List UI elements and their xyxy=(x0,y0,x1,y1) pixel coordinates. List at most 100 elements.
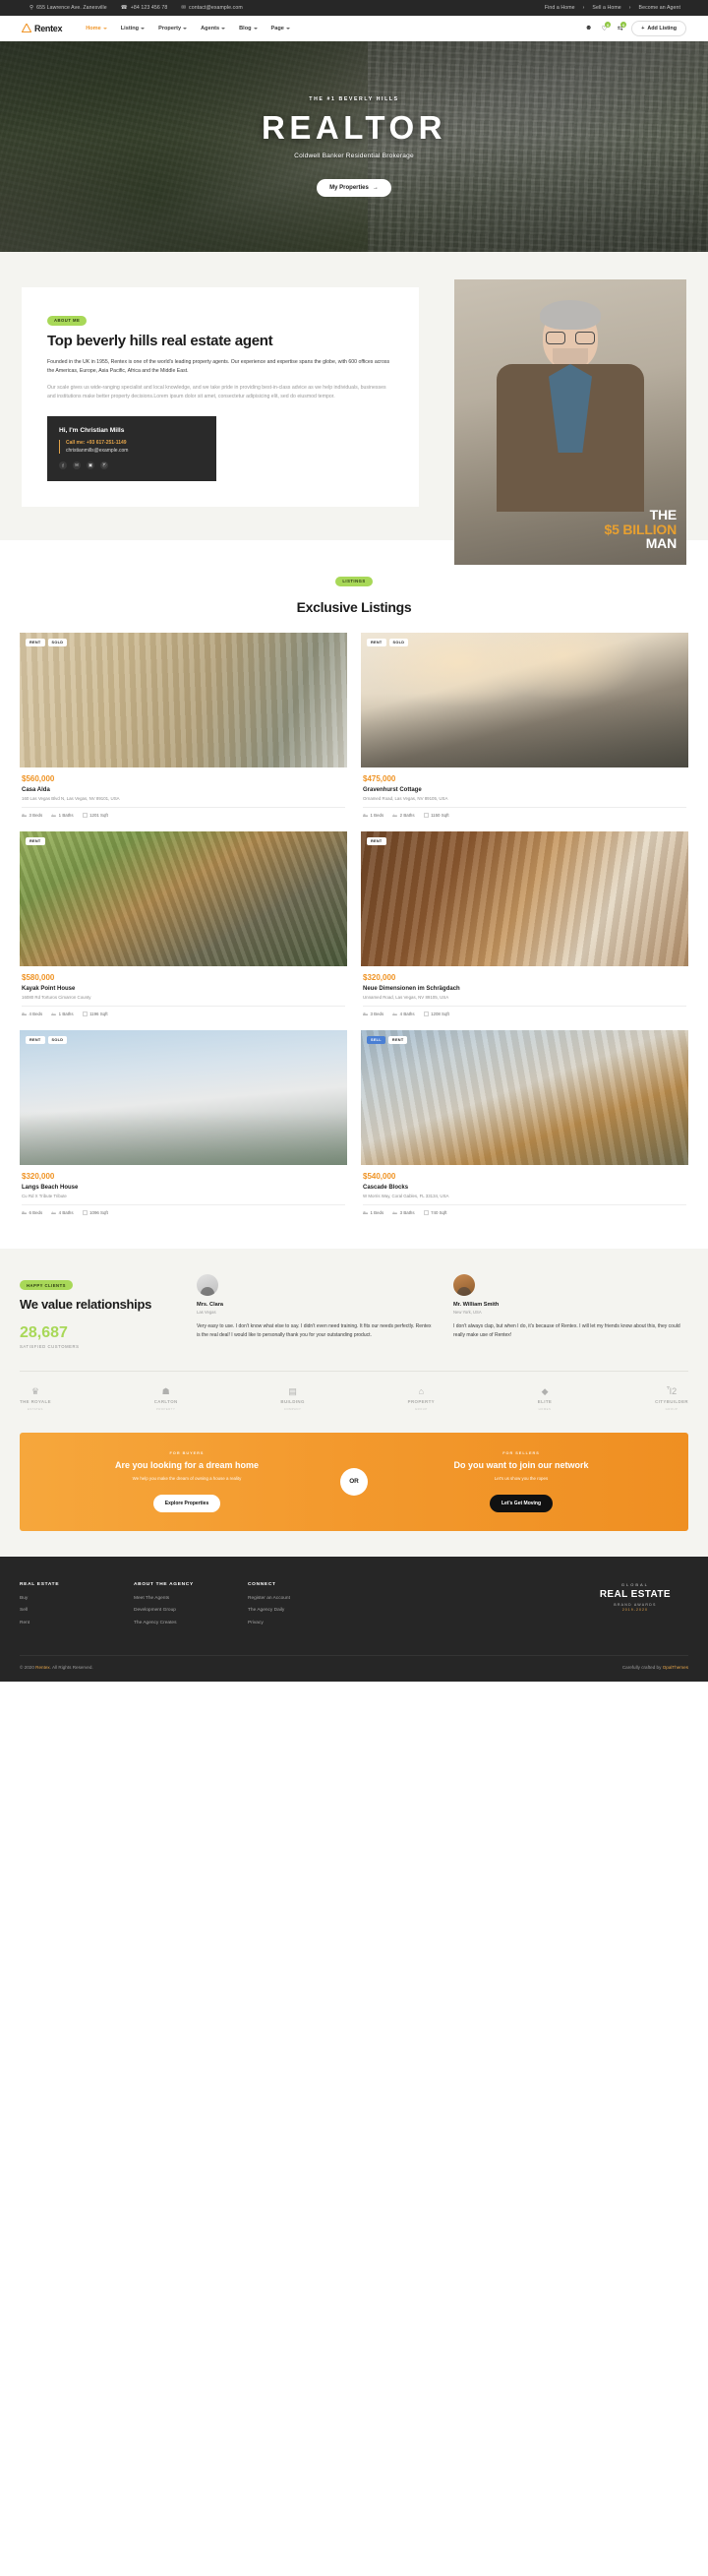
footer-link[interactable]: Rent xyxy=(20,1621,110,1627)
nav-item-home[interactable]: Home xyxy=(86,26,107,31)
listing-tag: RENT xyxy=(367,836,386,845)
footer-link[interactable]: The Agency Creates xyxy=(134,1621,224,1627)
footer-link[interactable]: Sell xyxy=(20,1608,110,1615)
listing-image[interactable]: RENT xyxy=(20,830,347,966)
listing-area: 1150 Sqft xyxy=(423,813,449,818)
my-properties-button[interactable]: My Properties → xyxy=(317,179,391,197)
listing-card[interactable]: SELL RENT $540,000 Cascade Blocks W Morri… xyxy=(361,1029,688,1215)
testimonial-author: Mrs. Clara xyxy=(197,1301,224,1308)
location-pin-icon: ⚲ xyxy=(30,5,34,11)
topbar-phone[interactable]: ☎ +84 123 456 78 xyxy=(121,5,168,11)
listing-tag: RENT xyxy=(26,836,45,845)
facebook-icon[interactable]: f xyxy=(59,461,67,470)
nav-menu: Home Listing Property Agents Blog Page xyxy=(86,26,290,31)
listing-beds: 6 Beds xyxy=(22,1210,42,1215)
exclusive-listings-section: LISTINGS Exclusive Listings RENT SOLD $56… xyxy=(0,540,708,1249)
listing-image[interactable]: RENT SOLD xyxy=(361,632,688,767)
twitter-icon[interactable]: ✉ xyxy=(73,461,81,470)
footer-link[interactable]: Development Group xyxy=(134,1608,224,1615)
listing-card[interactable]: RENT $580,000 Kayak Point House 16080 Rd… xyxy=(20,830,347,1016)
topbar-email[interactable]: ✉ contact@example.com xyxy=(181,5,242,11)
listing-card[interactable]: RENT $320,000 Neue Dimensionen im Schräg… xyxy=(361,830,688,1016)
brand-logo: ♛ THE ROYALE ESTATES xyxy=(20,1386,51,1412)
listing-image[interactable]: SELL RENT xyxy=(361,1029,688,1165)
listing-area: 1208 Sqft xyxy=(423,1012,449,1016)
listing-name[interactable]: Gravenhurst Cottage xyxy=(363,787,686,793)
listing-card[interactable]: RENT SOLD $475,000 Gravenhurst Cottage Or… xyxy=(361,632,688,818)
agent-social-links: f ✉ ▣ Ⓟ xyxy=(59,461,205,470)
listing-name[interactable]: Cascade Blocks xyxy=(363,1185,686,1191)
listing-price: $475,000 xyxy=(363,773,396,783)
listing-name[interactable]: Kayak Point House xyxy=(22,986,345,992)
listing-tag: RENT xyxy=(387,1035,408,1044)
pinterest-icon[interactable]: Ⓟ xyxy=(100,461,108,470)
footer-link[interactable]: Meet The Agents xyxy=(134,1596,224,1603)
brand-logo: Ἶ2 CITYBUILDER GROUP xyxy=(655,1387,688,1412)
compare-icon[interactable]: ⇆ 0 xyxy=(616,22,627,32)
nav-item-page[interactable]: Page xyxy=(271,26,290,31)
bed-icon xyxy=(22,1210,27,1214)
listing-card[interactable]: RENT SOLD $560,000 Casa Alda 160 Las Vega… xyxy=(20,632,347,818)
topbar-link-sell-a-home[interactable]: Sell a Home xyxy=(592,5,620,11)
listing-image[interactable]: RENT xyxy=(361,830,688,966)
chevron-down-icon xyxy=(221,27,226,30)
footer-column-title: CONNECT xyxy=(248,1581,276,1587)
chevron-down-icon xyxy=(285,27,290,30)
my-properties-label: My Properties xyxy=(329,185,369,191)
topbar-address-text: 655 Lawrence Ave. Zanesville xyxy=(36,5,107,11)
favorites-heart-icon[interactable]: ♡ 0 xyxy=(600,22,612,32)
footer-link[interactable]: Privacy xyxy=(248,1621,338,1627)
add-listing-button[interactable]: + Add Listing xyxy=(631,20,686,36)
compare-count-badge: 0 xyxy=(620,22,627,28)
listing-address: 160 Las Vegas Blvd N, Las Vegas, NV 8910… xyxy=(22,795,120,801)
area-icon xyxy=(423,1209,429,1215)
agent-phone[interactable]: Call me: +93 617-251-1149 xyxy=(66,440,205,446)
listing-name[interactable]: Casa Alda xyxy=(22,787,345,793)
listing-baths: 4 Baths xyxy=(392,1012,415,1016)
top-bar-links: Find a Home › Sell a Home › Become an Ag… xyxy=(545,5,680,11)
cta-buyers-eyebrow: FOR BUYERS xyxy=(169,1451,205,1456)
site-logo[interactable]: Rentex xyxy=(22,23,63,33)
topbar-link-become-an-agent[interactable]: Become an Agent xyxy=(639,5,680,11)
lets-get-moving-button[interactable]: Let's Get Moving xyxy=(489,1494,554,1512)
listing-beds: 3 Beds xyxy=(363,1012,384,1016)
nav-item-blog[interactable]: Blog xyxy=(239,26,258,31)
nav-item-agents-label: Agents xyxy=(201,25,220,31)
credit-brand[interactable]: OpalThemes xyxy=(663,1665,688,1670)
brand-name: CITYBUILDER xyxy=(655,1399,688,1405)
listing-card[interactable]: RENT SOLD $320,000 Langs Beach House Cu R… xyxy=(20,1029,347,1215)
separator-icon: › xyxy=(582,5,585,11)
testimonial-list: Mrs. Clara Las Vegas Very easy to use. I… xyxy=(197,1273,688,1340)
about-heading: Top beverly hills real estate agent xyxy=(47,332,273,349)
chevron-down-icon xyxy=(102,27,107,30)
footer-link[interactable]: The Agency Daily xyxy=(248,1608,338,1615)
logo-text: Rentex xyxy=(34,23,63,33)
listing-tags: RENT xyxy=(367,836,386,845)
user-account-icon[interactable]: ☻ xyxy=(584,24,593,32)
agent-email[interactable]: christianmills@example.com xyxy=(66,448,205,454)
nav-item-listing[interactable]: Listing xyxy=(121,26,146,31)
listing-meta: 3 Beds 1 Baths 1201 Sqft xyxy=(22,806,345,818)
satisfied-customers-label: SATISFIED CUSTOMERS xyxy=(20,1344,80,1350)
brand-glyph-icon: ♛ xyxy=(30,1386,39,1397)
listing-tags: RENT SOLD xyxy=(367,638,409,646)
nav-item-property[interactable]: Property xyxy=(158,26,188,31)
avatar xyxy=(197,1273,218,1296)
explore-properties-button[interactable]: Explore Properties xyxy=(152,1494,221,1512)
topbar-link-find-a-home[interactable]: Find a Home xyxy=(545,5,575,11)
footer-link[interactable]: Register an Account xyxy=(248,1596,338,1603)
listing-name[interactable]: Neue Dimensionen im Schrägdach xyxy=(363,986,686,992)
award-title: REAL ESTATE xyxy=(599,1588,671,1600)
listing-price: $560,000 xyxy=(22,773,55,783)
footer-link[interactable]: Buy xyxy=(20,1596,110,1603)
nav-item-agents[interactable]: Agents xyxy=(201,25,226,31)
listing-tags: RENT xyxy=(26,836,45,845)
footer-column: ABOUT THE AGENCY Meet The Agents Developm… xyxy=(134,1582,224,1633)
award-year: 2019-2020 xyxy=(621,1607,648,1612)
instagram-icon[interactable]: ▣ xyxy=(87,461,94,470)
listing-tag: RENT xyxy=(26,638,45,646)
chevron-down-icon xyxy=(141,27,146,30)
listing-image[interactable]: RENT SOLD xyxy=(20,1029,347,1165)
listing-image[interactable]: RENT SOLD xyxy=(20,632,347,767)
listing-name[interactable]: Langs Beach House xyxy=(22,1185,345,1191)
